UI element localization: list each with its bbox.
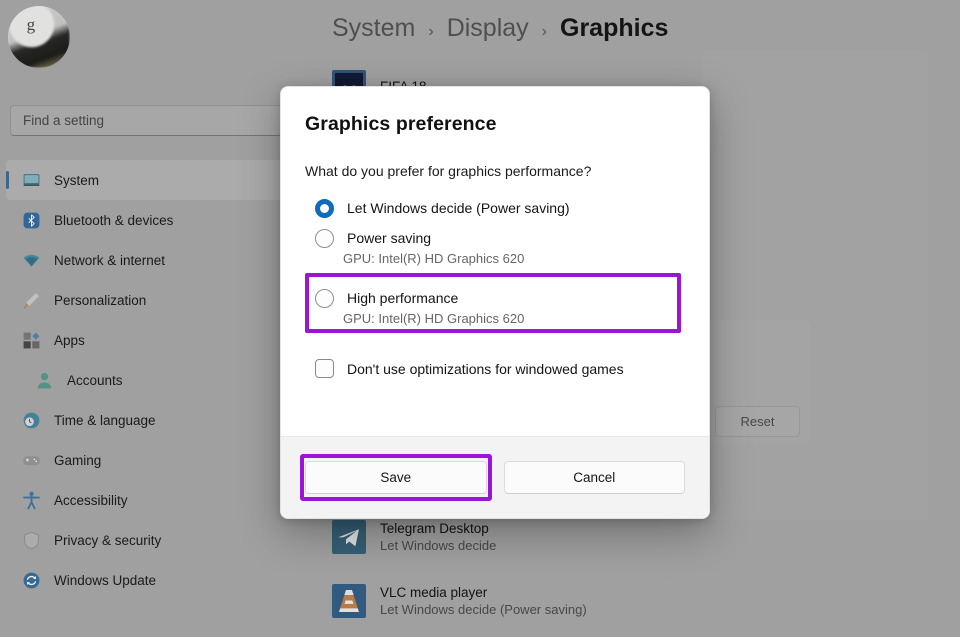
sidebar-item-accessibility[interactable]: Accessibility bbox=[6, 480, 284, 520]
sidebar-item-gaming[interactable]: Gaming bbox=[6, 440, 284, 480]
sidebar-item-label: Privacy & security bbox=[54, 533, 161, 548]
app-name: VLC media player bbox=[380, 585, 587, 600]
chevron-right-icon: › bbox=[542, 23, 547, 41]
breadcrumb-item-system[interactable]: System bbox=[332, 14, 415, 43]
sidebar: g Find a setting System bbox=[0, 0, 290, 637]
checkbox-label: Don't use optimizations for windowed gam… bbox=[347, 361, 624, 377]
monitor-icon bbox=[22, 171, 41, 190]
chevron-right-icon: › bbox=[428, 23, 433, 41]
cancel-button[interactable]: Cancel bbox=[504, 461, 686, 494]
sidebar-item-windows-update[interactable]: Windows Update bbox=[6, 560, 284, 600]
dialog-body: Graphics preference What do you prefer f… bbox=[281, 87, 709, 436]
radio-option-label: High performance bbox=[347, 290, 458, 306]
list-item-text: Telegram Desktop Let Windows decide bbox=[380, 521, 496, 553]
dialog-question: What do you prefer for graphics performa… bbox=[305, 163, 685, 179]
list-item-text: VLC media player Let Windows decide (Pow… bbox=[380, 585, 587, 617]
sidebar-item-personalization[interactable]: Personalization bbox=[6, 280, 284, 320]
avatar-letter: g bbox=[27, 15, 36, 35]
sidebar-item-label: Gaming bbox=[54, 453, 101, 468]
radio-button[interactable] bbox=[315, 229, 334, 248]
sidebar-item-label: Time & language bbox=[54, 413, 156, 428]
sidebar-item-privacy-security[interactable]: Privacy & security bbox=[6, 520, 284, 560]
search-input[interactable]: Find a setting bbox=[10, 105, 282, 136]
clock-globe-icon bbox=[22, 411, 41, 430]
vlc-icon bbox=[332, 584, 366, 618]
radio-option-power-saving[interactable]: Power saving GPU: Intel(R) HD Graphics 6… bbox=[305, 223, 685, 269]
gamepad-icon bbox=[22, 451, 41, 470]
apps-icon bbox=[22, 331, 41, 350]
app-preference: Let Windows decide bbox=[380, 538, 496, 553]
app-preference: Let Windows decide (Power saving) bbox=[380, 602, 587, 617]
sidebar-nav: System Bluetooth & devices Network & int… bbox=[6, 160, 284, 600]
avatar-image bbox=[8, 6, 70, 68]
checkbox[interactable] bbox=[315, 359, 334, 378]
person-icon bbox=[35, 371, 54, 390]
search-placeholder: Find a setting bbox=[23, 113, 104, 128]
sidebar-item-label: Personalization bbox=[54, 293, 146, 308]
dialog-footer: Save Cancel bbox=[281, 436, 709, 518]
save-button[interactable]: Save bbox=[305, 461, 487, 494]
save-button-wrapper: Save bbox=[305, 461, 487, 494]
sidebar-item-bluetooth-devices[interactable]: Bluetooth & devices bbox=[6, 200, 284, 240]
wifi-icon bbox=[22, 251, 41, 270]
settings-window: g Find a setting System bbox=[0, 0, 960, 637]
sidebar-item-label: Accounts bbox=[67, 373, 123, 388]
graphics-preference-dialog: Graphics preference What do you prefer f… bbox=[280, 86, 710, 519]
sidebar-item-time-language[interactable]: Time & language bbox=[6, 400, 284, 440]
sidebar-item-label: Windows Update bbox=[54, 573, 156, 588]
sidebar-item-label: Network & internet bbox=[54, 253, 165, 268]
radio-option-gpu: GPU: Intel(R) HD Graphics 620 bbox=[305, 311, 685, 329]
list-item[interactable]: Telegram Desktop Let Windows decide bbox=[332, 512, 802, 562]
app-name: Telegram Desktop bbox=[380, 521, 496, 536]
radio-button[interactable] bbox=[315, 199, 334, 218]
shield-icon bbox=[22, 531, 41, 550]
radio-option-gpu: GPU: Intel(R) HD Graphics 620 bbox=[305, 251, 685, 269]
radio-option-let-windows-decide[interactable]: Let Windows decide (Power saving) bbox=[305, 193, 685, 223]
sidebar-item-label: System bbox=[54, 173, 99, 188]
paintbrush-icon bbox=[22, 291, 41, 310]
breadcrumb: System › Display › Graphics bbox=[332, 14, 668, 43]
sidebar-item-label: Accessibility bbox=[54, 493, 128, 508]
breadcrumb-item-graphics: Graphics bbox=[560, 14, 668, 43]
cancel-button-wrapper: Cancel bbox=[504, 461, 686, 494]
update-icon bbox=[22, 571, 41, 590]
accessibility-icon bbox=[22, 491, 41, 510]
sidebar-item-accounts[interactable]: Accounts bbox=[6, 360, 284, 400]
dialog-title: Graphics preference bbox=[305, 113, 685, 136]
sidebar-item-system[interactable]: System bbox=[6, 160, 284, 200]
telegram-icon bbox=[332, 520, 366, 554]
avatar[interactable]: g bbox=[8, 6, 70, 68]
radio-button[interactable] bbox=[315, 289, 334, 308]
sidebar-item-network-internet[interactable]: Network & internet bbox=[6, 240, 284, 280]
list-item[interactable]: VLC media player Let Windows decide (Pow… bbox=[332, 576, 802, 626]
sidebar-item-label: Bluetooth & devices bbox=[54, 213, 173, 228]
radio-option-label: Let Windows decide (Power saving) bbox=[347, 200, 570, 216]
sidebar-item-label: Apps bbox=[54, 333, 85, 348]
windowed-games-checkbox-row[interactable]: Don't use optimizations for windowed gam… bbox=[305, 359, 685, 378]
radio-option-high-performance[interactable]: High performance GPU: Intel(R) HD Graphi… bbox=[305, 278, 685, 329]
radio-option-label: Power saving bbox=[347, 230, 431, 246]
sidebar-item-apps[interactable]: Apps bbox=[6, 320, 284, 360]
bluetooth-icon bbox=[22, 211, 41, 230]
breadcrumb-item-display[interactable]: Display bbox=[447, 14, 529, 43]
